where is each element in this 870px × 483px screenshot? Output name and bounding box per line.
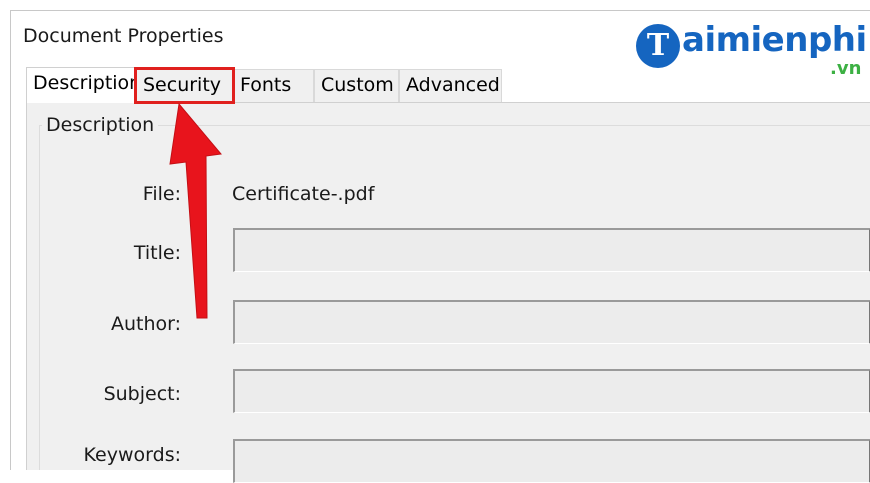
tab-security[interactable]: Security (134, 67, 235, 104)
title-label: Title: (133, 242, 181, 264)
keywords-label: Keywords: (83, 444, 181, 466)
title-field[interactable] (233, 228, 870, 272)
taimienphi-watermark: T aimienphi .vn (636, 18, 870, 86)
description-group: File: Certificate-.pdf Title: Author: Su… (39, 125, 870, 483)
keywords-field[interactable] (233, 439, 870, 483)
description-panel: File: Certificate-.pdf Title: Author: Su… (26, 102, 870, 483)
tab-advanced[interactable]: Advanced (399, 69, 502, 102)
tab-custom[interactable]: Custom (314, 69, 399, 102)
subject-label: Subject: (103, 383, 181, 405)
description-group-legend: Description (42, 114, 159, 136)
window-title: Document Properties (23, 25, 224, 47)
file-value: Certificate-.pdf (232, 183, 375, 205)
tab-description[interactable]: Description (26, 67, 141, 103)
tab-fonts[interactable]: Fonts (233, 69, 314, 102)
watermark-text: aimienphi (682, 20, 867, 60)
taimienphi-logo-icon: T (636, 24, 680, 68)
file-label: File: (142, 183, 181, 205)
author-field[interactable] (233, 300, 870, 344)
watermark-suffix: .vn (830, 58, 862, 79)
subject-field[interactable] (233, 369, 870, 413)
author-label: Author: (110, 313, 181, 335)
